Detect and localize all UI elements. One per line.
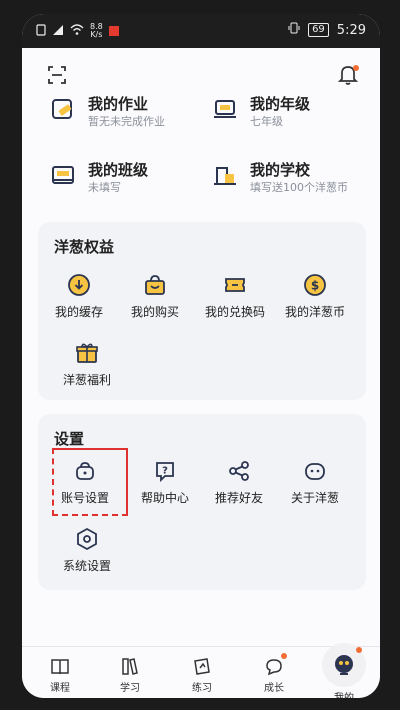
tab-study[interactable]: 学习 — [100, 655, 160, 694]
gift-icon — [74, 340, 100, 366]
my-school[interactable]: 我的学校 填写送100个洋葱币 — [210, 160, 348, 196]
help-center-item[interactable]: ? 帮助中心 — [124, 458, 206, 506]
ticket-icon — [222, 272, 248, 298]
svg-text:?: ? — [162, 466, 168, 477]
class-subtitle: 未填写 — [88, 181, 121, 194]
practice-icon — [191, 655, 213, 677]
system-settings-item[interactable]: 系统设置 — [46, 526, 128, 574]
my-redeem-code-label: 我的兑换码 — [204, 305, 265, 319]
mine-notification-dot — [356, 647, 362, 653]
sim-icon — [36, 23, 46, 39]
my-purchase-label: 我的购买 — [130, 305, 179, 319]
bottom-tab-bar: 课程 学习 练习 成长 我的 — [22, 643, 380, 698]
grade-icon — [210, 94, 240, 124]
grade-subtitle: 七年级 — [250, 115, 283, 128]
recommend-friends-item[interactable]: 推荐好友 — [198, 458, 280, 506]
tab-growth[interactable]: 成长 — [244, 653, 304, 694]
phone-frame: 8.8 K/s 69 5:29 我的作业 暂无未完成作业 我的年级 七年级 我的… — [0, 0, 400, 710]
books-icon — [119, 655, 141, 677]
app-screen: 8.8 K/s 69 5:29 我的作业 暂无未完成作业 我的年级 七年级 我的… — [22, 14, 380, 698]
my-homework[interactable]: 我的作业 暂无未完成作业 — [48, 94, 165, 130]
signal-icon — [52, 24, 64, 39]
my-cache-item[interactable]: 我的缓存 — [38, 272, 120, 320]
my-redeem-code-item[interactable]: 我的兑换码 — [194, 272, 276, 320]
status-right: 69 5:29 — [288, 22, 366, 38]
my-onion-coin-item[interactable]: $ 我的洋葱币 — [274, 272, 356, 320]
onion-welfare-item[interactable]: 洋葱福利 — [46, 340, 128, 388]
tab-growth-label: 成长 — [264, 683, 284, 694]
my-onion-coin-label: 我的洋葱币 — [284, 305, 345, 319]
scan-icon[interactable] — [48, 66, 66, 89]
my-purchase-item[interactable]: 我的购买 — [114, 272, 196, 320]
tab-practice[interactable]: 练习 — [172, 655, 232, 694]
tab-study-label: 学习 — [120, 683, 140, 694]
vibrate-icon — [288, 22, 300, 38]
status-bar: 8.8 K/s 69 5:29 — [22, 14, 380, 48]
battery-icon: 69 — [308, 23, 329, 37]
download-icon — [66, 272, 92, 298]
onion-welfare-label: 洋葱福利 — [62, 373, 111, 387]
school-title: 我的学校 — [250, 161, 311, 179]
profile-avatar-icon — [322, 643, 366, 687]
bell-icon[interactable] — [337, 64, 359, 90]
school-subtitle: 填写送100个洋葱币 — [250, 181, 348, 194]
notification-dot — [353, 65, 359, 71]
my-class[interactable]: 我的班级 未填写 — [48, 160, 148, 196]
benefits-title: 洋葱权益 — [54, 238, 115, 256]
recommend-friends-label: 推荐好友 — [214, 491, 263, 505]
tab-mine-label: 我的 — [314, 689, 374, 698]
net-speed: 8.8 K/s — [90, 23, 103, 39]
my-grade[interactable]: 我的年级 七年级 — [210, 94, 310, 130]
tab-course[interactable]: 课程 — [30, 655, 90, 694]
tab-mine[interactable]: 我的 — [314, 643, 374, 698]
growth-icon — [263, 653, 287, 677]
growth-notification-dot — [281, 653, 287, 659]
class-icon — [48, 160, 78, 190]
wifi-icon — [70, 24, 84, 38]
help-center-label: 帮助中心 — [140, 491, 189, 505]
shopping-bag-icon — [142, 272, 168, 298]
tab-course-label: 课程 — [50, 683, 70, 694]
status-left: 8.8 K/s — [36, 23, 119, 39]
highlight-box — [52, 448, 128, 516]
homework-title: 我的作业 — [88, 95, 149, 113]
about-onion-item[interactable]: 关于洋葱 — [274, 458, 356, 506]
clock: 5:29 — [336, 22, 366, 38]
app-notification-icon — [108, 26, 119, 36]
class-title: 我的班级 — [88, 161, 149, 179]
settings-hex-icon — [74, 526, 100, 552]
coin-icon: $ — [302, 272, 328, 298]
tab-practice-label: 练习 — [192, 683, 212, 694]
grade-title: 我的年级 — [250, 95, 311, 113]
about-onion-label: 关于洋葱 — [290, 491, 339, 505]
benefits-card: 洋葱权益 我的缓存 我的购买 我的兑换码 $ 我的洋葱币 洋葱福利 — [38, 222, 366, 400]
school-icon — [210, 160, 240, 190]
svg-text:$: $ — [311, 279, 319, 293]
top-bar — [22, 48, 380, 100]
settings-title: 设置 — [54, 430, 85, 448]
my-cache-label: 我的缓存 — [54, 305, 103, 319]
help-icon: ? — [152, 458, 178, 484]
onion-face-icon — [302, 458, 328, 484]
book-icon — [49, 655, 71, 677]
share-icon — [226, 458, 252, 484]
system-settings-label: 系统设置 — [62, 559, 111, 573]
homework-subtitle: 暂无未完成作业 — [88, 115, 165, 128]
net-speed-unit: K/s — [90, 30, 103, 39]
homework-icon — [48, 94, 78, 124]
